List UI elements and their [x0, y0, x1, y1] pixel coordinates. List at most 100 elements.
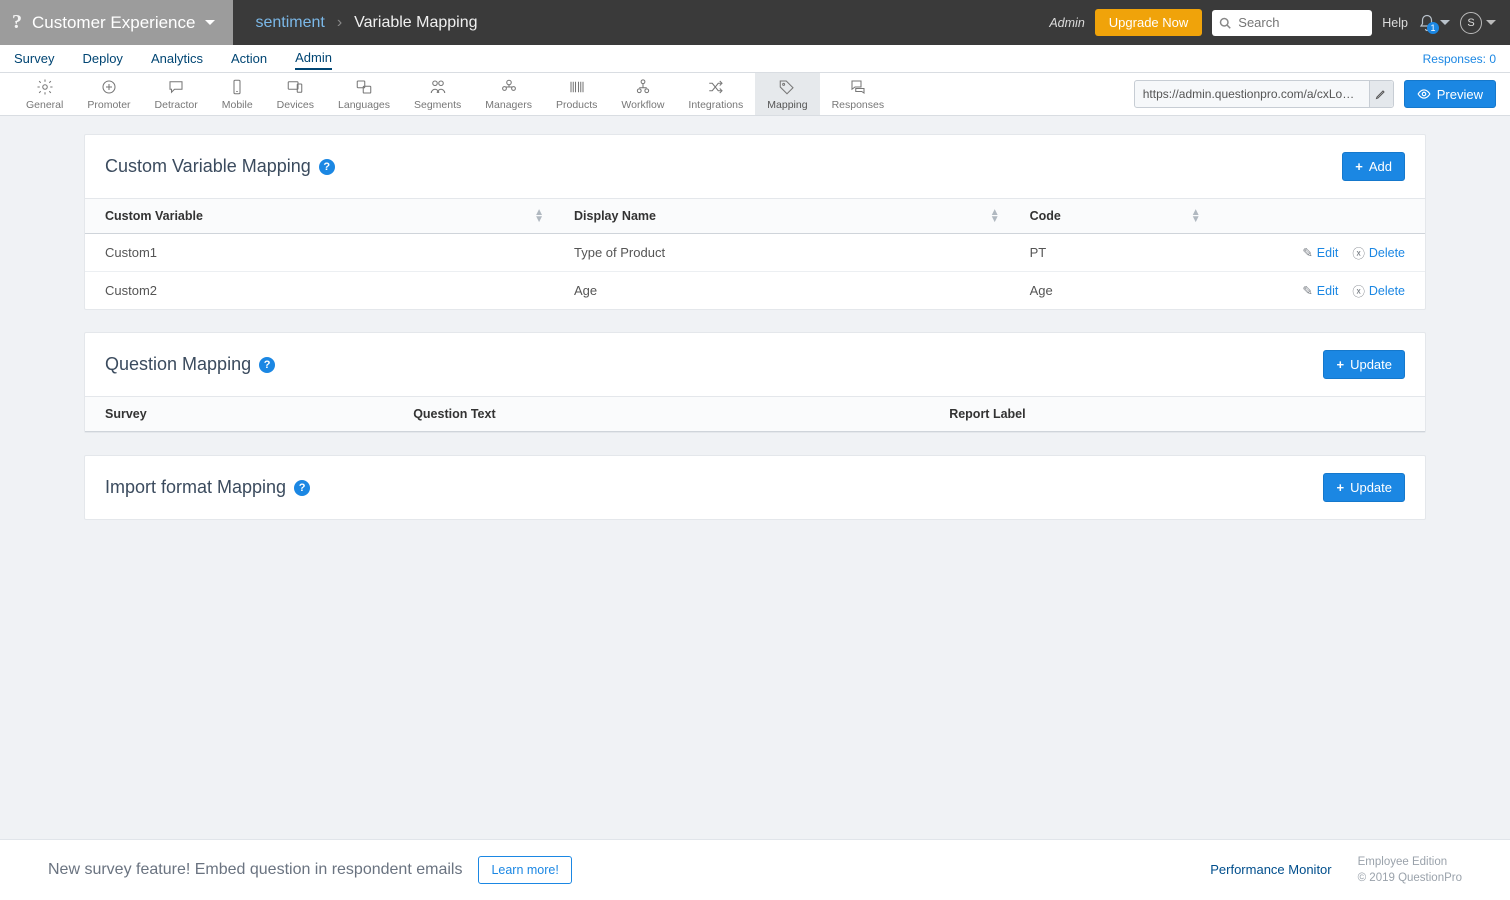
primary-nav: Survey Deploy Analytics Action Admin Res… [0, 45, 1510, 73]
responses-count[interactable]: Responses: 0 [1423, 52, 1496, 66]
help-link[interactable]: Help [1382, 16, 1408, 30]
cell-code: PT [1010, 234, 1211, 272]
preview-button[interactable]: Preview [1404, 80, 1496, 108]
search-input[interactable] [1212, 10, 1372, 36]
mobile-icon [227, 78, 247, 96]
eye-icon [1417, 87, 1431, 101]
caret-down-icon [1440, 20, 1450, 25]
help-icon[interactable]: ? [294, 480, 310, 496]
tool-detractor[interactable]: Detractor [143, 73, 210, 115]
panel-head: Import format Mapping ? + Update [85, 456, 1425, 519]
caret-down-icon [1486, 20, 1496, 25]
copyright: Employee Edition © 2019 QuestionPro [1358, 854, 1462, 886]
devices-icon [285, 78, 305, 96]
col-custom-variable[interactable]: Custom Variable ▲▼ [85, 199, 554, 234]
nav-action[interactable]: Action [231, 48, 267, 69]
update-button[interactable]: + Update [1323, 473, 1405, 502]
tool-general[interactable]: General [14, 73, 75, 115]
admin-toolbar: General Promoter Detractor Mobile Device… [0, 73, 1510, 116]
footer-message: New survey feature! Embed question in re… [48, 861, 462, 879]
edit-link[interactable]: ✎Edit [1302, 281, 1338, 300]
comments-icon [848, 78, 868, 96]
col-survey[interactable]: Survey [85, 397, 393, 432]
nav-deploy[interactable]: Deploy [82, 48, 122, 69]
update-button[interactable]: + Update [1323, 350, 1405, 379]
workflow-icon [633, 78, 653, 96]
segments-icon [428, 78, 448, 96]
cell-display: Age [554, 272, 1010, 310]
panel-title: Import format Mapping ? [105, 477, 310, 498]
help-icon[interactable]: ? [319, 159, 335, 175]
tool-devices[interactable]: Devices [265, 73, 326, 115]
footer: New survey feature! Embed question in re… [0, 839, 1510, 900]
tool-mapping[interactable]: Mapping [755, 73, 819, 115]
plus-icon: + [1336, 357, 1344, 372]
panel-custom-variable: Custom Variable Mapping ? + Add Custom V… [84, 134, 1426, 310]
pencil-icon [1375, 88, 1387, 100]
share-url-input[interactable] [1135, 87, 1369, 101]
tool-managers[interactable]: Managers [473, 73, 544, 115]
product-switcher[interactable]: ? Customer Experience [0, 0, 233, 45]
barcode-icon [567, 78, 587, 96]
search-wrap [1212, 10, 1372, 36]
tool-products[interactable]: Products [544, 73, 609, 115]
chat-icon [166, 78, 186, 96]
gear-icon [35, 78, 55, 96]
edit-link[interactable]: ✎Edit [1302, 243, 1338, 262]
sort-icon: ▲▼ [534, 209, 544, 223]
panel-head: Custom Variable Mapping ? + Add [85, 135, 1425, 198]
col-display-name[interactable]: Display Name ▲▼ [554, 199, 1010, 234]
tool-responses[interactable]: Responses [820, 73, 897, 115]
cell-var: Custom2 [85, 272, 554, 310]
cell-code: Age [1010, 272, 1211, 310]
tool-segments[interactable]: Segments [402, 73, 473, 115]
help-icon[interactable]: ? [259, 357, 275, 373]
table-row: Custom2 Age Age ✎Edit ⓧDelete [85, 272, 1425, 310]
cell-display: Type of Product [554, 234, 1010, 272]
add-button[interactable]: + Add [1342, 152, 1405, 181]
learn-more-button[interactable]: Learn more! [478, 856, 571, 884]
role-label: Admin [1049, 16, 1084, 30]
notifications-button[interactable]: 1 [1418, 14, 1450, 32]
nav-admin[interactable]: Admin [295, 47, 332, 70]
caret-down-icon [205, 20, 215, 25]
share-url-box [1134, 80, 1394, 108]
delete-icon: ⓧ [1352, 243, 1365, 262]
product-name: Customer Experience [32, 13, 195, 33]
performance-monitor-link[interactable]: Performance Monitor [1210, 862, 1331, 877]
panel-question-mapping: Question Mapping ? + Update Survey Quest… [84, 332, 1426, 433]
user-menu[interactable]: S [1460, 12, 1496, 34]
nav-analytics[interactable]: Analytics [151, 48, 203, 69]
tool-workflow[interactable]: Workflow [609, 73, 676, 115]
delete-icon: ⓧ [1352, 281, 1365, 300]
sort-icon: ▲▼ [990, 209, 1000, 223]
delete-link[interactable]: ⓧDelete [1352, 243, 1405, 262]
upgrade-button[interactable]: Upgrade Now [1095, 9, 1203, 36]
panel-title: Question Mapping ? [105, 354, 275, 375]
topbar-right: Admin Upgrade Now Help 1 S [1049, 9, 1510, 36]
table-row: Custom1 Type of Product PT ✎Edit ⓧDelete [85, 234, 1425, 272]
breadcrumb: sentiment › Variable Mapping [233, 14, 477, 32]
breadcrumb-separator-icon: › [337, 14, 342, 32]
tool-promoter[interactable]: Promoter [75, 73, 142, 115]
panel-head: Question Mapping ? + Update [85, 333, 1425, 396]
col-code[interactable]: Code ▲▼ [1010, 199, 1211, 234]
tool-integrations[interactable]: Integrations [676, 73, 755, 115]
nav-survey[interactable]: Survey [14, 48, 54, 69]
topbar: ? Customer Experience sentiment › Variab… [0, 0, 1510, 45]
tool-mobile[interactable]: Mobile [210, 73, 265, 115]
content-area: Custom Variable Mapping ? + Add Custom V… [0, 116, 1510, 572]
col-question-text[interactable]: Question Text [393, 397, 929, 432]
notification-badge: 1 [1427, 22, 1439, 34]
search-icon [1219, 17, 1231, 29]
col-report-label[interactable]: Report Label [929, 397, 1425, 432]
breadcrumb-project[interactable]: sentiment [255, 14, 324, 32]
cell-var: Custom1 [85, 234, 554, 272]
edit-url-button[interactable] [1369, 81, 1393, 107]
panel-title: Custom Variable Mapping ? [105, 156, 335, 177]
delete-link[interactable]: ⓧDelete [1352, 281, 1405, 300]
managers-icon [499, 78, 519, 96]
pencil-icon: ✎ [1302, 245, 1312, 260]
tool-languages[interactable]: Languages [326, 73, 402, 115]
pencil-icon: ✎ [1302, 283, 1312, 298]
